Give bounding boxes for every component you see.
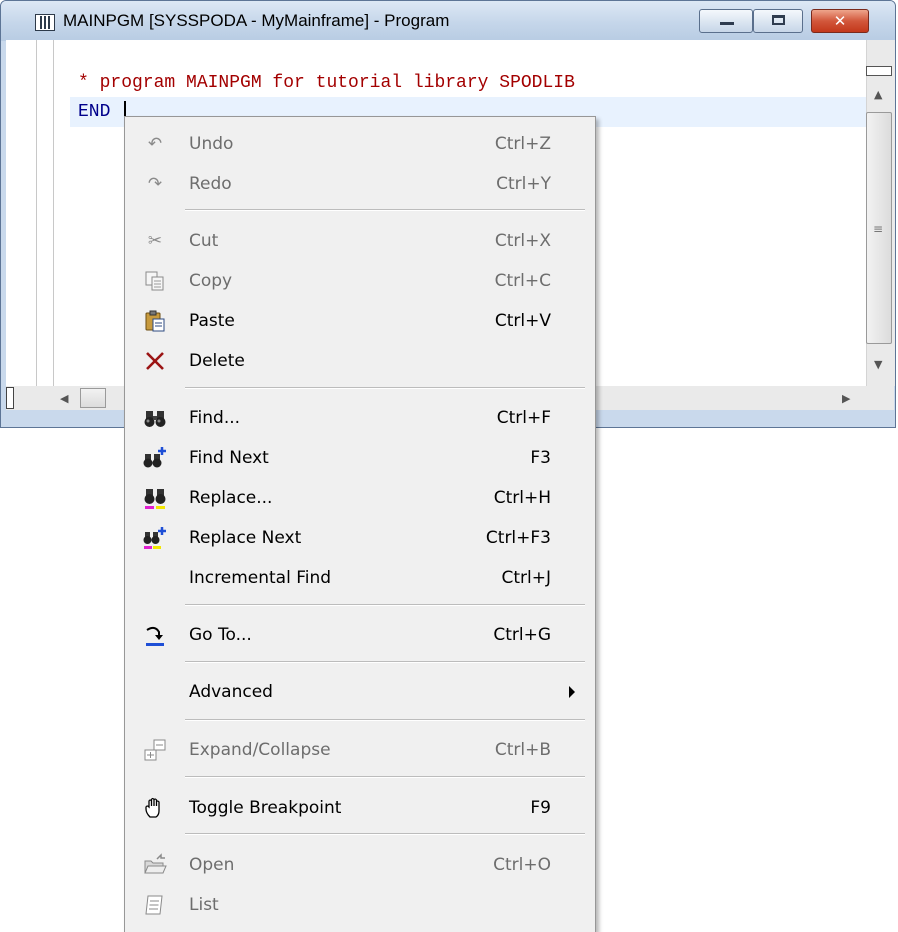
menu-shortcut: Ctrl+V: [494, 311, 551, 331]
menu-shortcut: Ctrl+Y: [496, 174, 551, 194]
menu-label: Replace Next: [189, 528, 302, 548]
menu-shortcut: Ctrl+O: [493, 855, 551, 875]
menu-separator: [185, 833, 585, 835]
menu-label: Expand/Collapse: [189, 740, 331, 760]
menu-shortcut: F9: [530, 798, 551, 818]
menu-label: Find...: [189, 408, 241, 428]
menu-shortcut: Ctrl+F: [496, 408, 551, 428]
menu-item-incremental-find[interactable]: Incremental Find Ctrl+J: [125, 560, 595, 596]
menu-item-delete[interactable]: Delete: [125, 343, 595, 379]
menu-separator: [185, 209, 585, 211]
menu-label: Paste: [189, 311, 235, 331]
menu-shortcut: Ctrl+H: [493, 488, 551, 508]
minimize-button[interactable]: [699, 9, 753, 33]
menu-shortcut: Ctrl+F3: [485, 528, 551, 548]
split-box[interactable]: [866, 66, 892, 76]
menu-shortcut: Ctrl+Z: [494, 134, 551, 154]
menu-item-undo[interactable]: ↶ Undo Ctrl+Z: [125, 126, 595, 162]
scissors-icon: ✂: [147, 231, 163, 251]
submenu-arrow-icon: [569, 686, 575, 698]
code-line-2[interactable]: END: [78, 102, 110, 122]
horizontal-split-box[interactable]: [6, 387, 14, 409]
menu-shortcut: Ctrl+J: [501, 568, 551, 588]
menu-item-advanced[interactable]: Advanced: [125, 674, 595, 710]
binoculars-icon: [143, 406, 167, 430]
menu-item-cut[interactable]: ✂ Cut Ctrl+X: [125, 223, 595, 259]
menu-item-expand-collapse[interactable]: Expand/Collapse Ctrl+B: [125, 732, 595, 768]
binoculars-plus-icon: [143, 446, 167, 470]
menu-item-replace-next[interactable]: Replace Next Ctrl+F3: [125, 520, 595, 556]
menu-separator: [185, 719, 585, 721]
menu-separator: [185, 661, 585, 663]
menu-item-toggle-breakpoint[interactable]: Toggle Breakpoint F9: [125, 790, 595, 826]
menu-item-go-to[interactable]: Go To... Ctrl+G: [125, 617, 595, 653]
menu-label: Delete: [189, 351, 245, 371]
code-line-1[interactable]: * program MAINPGM for tutorial library S…: [78, 73, 575, 93]
menu-label: List: [189, 895, 219, 915]
menu-separator: [185, 604, 585, 606]
expand-collapse-icon: [143, 738, 167, 762]
minimize-icon: [720, 22, 734, 25]
horizontal-scroll-thumb[interactable]: [80, 388, 106, 408]
fold-margin-divider: [53, 40, 54, 386]
goto-arrow-icon: [143, 623, 167, 647]
menu-shortcut: Ctrl+C: [494, 271, 551, 291]
scroll-grip-icon: ≡: [873, 222, 884, 236]
menu-label: Advanced: [189, 682, 273, 702]
menu-item-paste[interactable]: Paste Ctrl+V: [125, 303, 595, 339]
title-bar[interactable]: MAINPGM [SYSSPODA - MyMainframe] - Progr…: [1, 1, 895, 41]
menu-shortcut: Ctrl+B: [494, 740, 551, 760]
menu-label: Open: [189, 855, 235, 875]
list-icon: [143, 893, 167, 917]
scroll-right-icon[interactable]: ▶: [842, 392, 850, 405]
undo-icon: ↶: [147, 134, 163, 154]
menu-item-find[interactable]: Find... Ctrl+F: [125, 400, 595, 436]
menu-item-replace[interactable]: Replace... Ctrl+H: [125, 480, 595, 516]
menu-item-list[interactable]: List: [125, 887, 595, 923]
menu-label: Copy: [189, 271, 233, 291]
program-icon: [35, 14, 55, 31]
menu-shortcut: Ctrl+G: [493, 625, 551, 645]
window-title: MAINPGM [SYSSPODA - MyMainframe] - Progr…: [63, 11, 450, 30]
replace-next-icon: [143, 526, 167, 550]
menu-label: Go To...: [189, 625, 252, 645]
menu-label: Undo: [189, 134, 234, 154]
gutter-divider: [36, 40, 37, 386]
menu-label: Incremental Find: [189, 568, 332, 588]
context-menu: ↶ Undo Ctrl+Z ↷ Redo Ctrl+Y ✂ Cut Ctrl+X…: [124, 116, 596, 932]
menu-shortcut: Ctrl+X: [494, 231, 551, 251]
menu-shortcut: F3: [530, 448, 551, 468]
copy-icon: [143, 269, 167, 293]
menu-separator: [185, 387, 585, 389]
menu-label: Cut: [189, 231, 219, 251]
close-icon: ✕: [833, 12, 847, 30]
menu-item-redo[interactable]: ↷ Redo Ctrl+Y: [125, 166, 595, 202]
maximize-button[interactable]: [753, 9, 803, 33]
clipboard-icon: [143, 309, 167, 333]
scroll-up-icon[interactable]: ▲: [874, 88, 882, 101]
menu-item-find-next[interactable]: Find Next F3: [125, 440, 595, 476]
scrollbar-corner: [866, 386, 894, 410]
menu-separator: [185, 776, 585, 778]
menu-label: Replace...: [189, 488, 273, 508]
menu-item-copy[interactable]: Copy Ctrl+C: [125, 263, 595, 299]
menu-label: Redo: [189, 174, 232, 194]
menu-label: Find Next: [189, 448, 269, 468]
menu-item-open[interactable]: Open Ctrl+O: [125, 847, 595, 883]
menu-label: Toggle Breakpoint: [189, 798, 342, 818]
close-button[interactable]: ✕: [811, 9, 869, 33]
delete-x-icon: [143, 349, 167, 373]
redo-icon: ↷: [147, 174, 163, 194]
open-folder-icon: [143, 853, 167, 877]
scroll-down-icon[interactable]: ▼: [874, 358, 882, 371]
replace-binoculars-icon: [143, 486, 167, 510]
hand-icon: [143, 796, 167, 820]
maximize-icon: [772, 15, 785, 25]
scroll-left-icon[interactable]: ◀: [60, 392, 68, 405]
